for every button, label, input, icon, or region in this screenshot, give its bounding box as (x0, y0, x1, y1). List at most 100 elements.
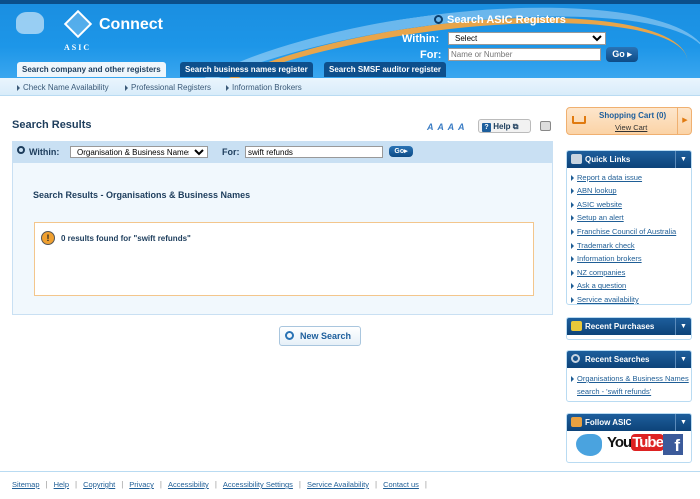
facebook-icon[interactable]: f (663, 434, 683, 455)
quick-link[interactable]: ASIC website (571, 200, 691, 209)
shopping-cart[interactable]: Shopping Cart (0) View Cart ▶ (566, 107, 692, 135)
quick-links-title: Quick Links (585, 155, 631, 164)
recent-purchases-title: Recent Purchases (585, 322, 655, 331)
bullet-icon (571, 201, 574, 208)
people-icon (571, 417, 582, 427)
magnifier-icon (571, 354, 580, 363)
warning-icon: ! (41, 231, 55, 245)
search-icon (434, 15, 443, 24)
search-icon (285, 331, 294, 340)
bullet-icon (571, 242, 574, 249)
footer-separator: | (121, 480, 124, 489)
footer-link[interactable]: Accessibility Settings (223, 480, 293, 489)
go-button[interactable]: Go▸ (389, 146, 413, 157)
quick-links-panel: Quick Links ▼ Report a data issue ABN look… (566, 150, 692, 305)
subnav-information-brokers[interactable]: Information Brokers (226, 83, 302, 92)
within-select[interactable]: Select (448, 32, 606, 45)
search-bar-panel: Within: Organisation & Business Names Fo… (12, 141, 553, 163)
footer-link[interactable]: Help (54, 480, 69, 489)
quick-link[interactable]: Report a data issue (571, 173, 691, 182)
recent-purchases-panel: Recent Purchases ▼ (566, 317, 692, 340)
bullet-icon (571, 188, 574, 195)
go-label: Go (612, 49, 625, 59)
coins-icon (571, 321, 582, 331)
search-icon (17, 146, 25, 154)
footer-link[interactable]: Service Availability (307, 480, 369, 489)
site-header: Connect ASIC Search ASIC Registers Withi… (0, 0, 700, 78)
results-panel: Search Results - Organisations & Busines… (12, 163, 553, 315)
collapse-toggle-icon[interactable]: ▼ (675, 151, 691, 168)
help-icon: ? (482, 123, 491, 132)
cart-arrow-icon[interactable]: ▶ (677, 108, 692, 134)
recent-searches-title: Recent Searches (585, 355, 650, 364)
quick-link[interactable]: Service availability (571, 295, 691, 304)
footer-separator: | (159, 480, 162, 489)
bullet-icon (571, 174, 574, 181)
collapse-toggle-icon[interactable]: ▼ (675, 318, 691, 335)
collapse-toggle-icon[interactable]: ▼ (675, 351, 691, 368)
cart-icon (572, 116, 586, 124)
org-name: ASIC (64, 43, 92, 52)
for-label: For: (420, 49, 442, 61)
sub-navigation: Check Name Availability Professional Reg… (0, 78, 700, 96)
search-input[interactable] (448, 48, 601, 61)
bullet-icon (571, 283, 574, 290)
subnav-professional-registers[interactable]: Professional Registers (125, 83, 211, 92)
search-registers-title: Search ASIC Registers (447, 14, 566, 26)
footer-separator: | (374, 480, 378, 489)
youtube-icon[interactable]: YouTube (607, 434, 664, 451)
subnav-check-name[interactable]: Check Name Availability (17, 83, 109, 92)
twitter-icon[interactable] (576, 434, 602, 456)
tab-search-company[interactable]: Search company and other registers (17, 62, 166, 77)
quick-links-list: Report a data issue ABN lookup ASIC websit… (567, 173, 691, 304)
quick-link[interactable]: NZ companies (571, 268, 691, 277)
tab-search-business-names[interactable]: Search business names register (180, 62, 313, 77)
footer-link[interactable]: Accessibility (168, 480, 209, 489)
font-size-controls[interactable]: A A A A (427, 122, 466, 132)
for-label: For: (222, 147, 240, 157)
quick-link[interactable]: Setup an alert (571, 213, 691, 222)
brand-name: Connect (99, 16, 163, 33)
footer-separator: | (424, 480, 427, 489)
bullet-icon (571, 215, 574, 222)
recent-search-link[interactable]: Organisations & Business Names search - '… (571, 372, 691, 398)
quick-link[interactable]: Information brokers (571, 254, 691, 263)
within-label: Within: (29, 147, 60, 157)
bullet-icon (571, 228, 574, 235)
follow-asic-title: Follow ASIC (585, 418, 632, 427)
go-button[interactable]: Go ▸ (606, 47, 638, 62)
within-select[interactable]: Organisation & Business Names (70, 146, 208, 158)
footer-link[interactable]: Contact us (383, 480, 419, 489)
cart-title: Shopping Cart (0) (599, 111, 667, 120)
page-title: Search Results (12, 119, 92, 131)
new-search-button[interactable]: New Search (279, 326, 361, 346)
search-input[interactable] (245, 146, 383, 158)
bullet-icon (571, 256, 574, 263)
footer-separator: | (214, 480, 217, 489)
footer-link[interactable]: Copyright (83, 480, 115, 489)
footer-link[interactable]: Sitemap (12, 480, 40, 489)
bullet-icon (571, 296, 574, 303)
view-cart-link[interactable]: View Cart (615, 123, 647, 132)
footer-link[interactable]: Privacy (129, 480, 154, 489)
quick-link[interactable]: Franchise Council of Australia (571, 227, 691, 236)
coat-of-arms-logo (16, 12, 44, 34)
quick-links-icon (571, 154, 582, 164)
footer-separator: | (45, 480, 48, 489)
quick-link[interactable]: ABN lookup (571, 186, 691, 195)
follow-asic-panel: Follow ASIC ▼ YouTube f (566, 413, 692, 463)
quick-link[interactable]: Trademark check (571, 241, 691, 250)
help-button[interactable]: ? Help ⧉ (478, 119, 531, 133)
no-results-message-box: ! 0 results found for "swift refunds" (34, 222, 534, 296)
asic-diamond-logo (63, 9, 93, 39)
quick-link[interactable]: Ask a question (571, 281, 691, 290)
collapse-toggle-icon[interactable]: ▼ (675, 414, 691, 431)
footer-separator: | (75, 480, 78, 489)
print-icon[interactable] (540, 121, 551, 131)
bullet-icon (571, 269, 574, 276)
footer-links: Sitemap | Help | Copyright | Privacy | Accessibi… (12, 480, 433, 489)
top-strip (0, 0, 700, 4)
recent-searches-panel: Recent Searches ▼ Organisations & Busines… (566, 350, 692, 402)
within-label: Within: (402, 33, 440, 45)
tab-search-smsf-auditor[interactable]: Search SMSF auditor register (324, 62, 447, 77)
